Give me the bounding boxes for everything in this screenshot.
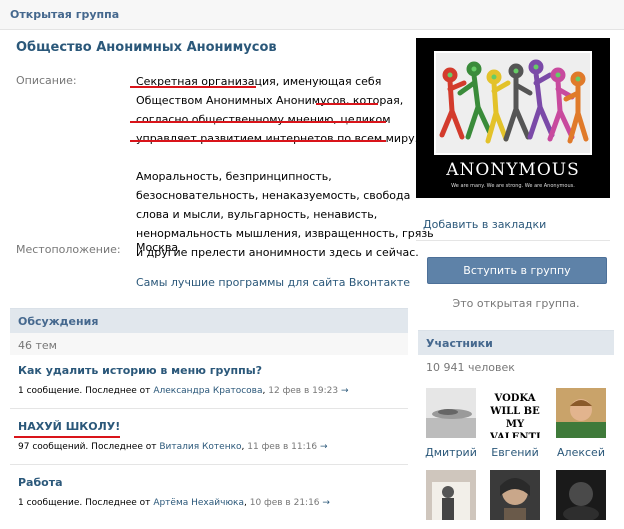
location-label: Местоположение: xyxy=(16,243,121,256)
open-group-note: Это открытая группа. xyxy=(452,297,580,310)
member-avatar[interactable]: VODKA WILL BE MY VALENTINE xyxy=(490,388,540,438)
add-to-bookmarks-link[interactable]: Добавить в закладки xyxy=(423,218,546,231)
poster-title: ANONYMOUS xyxy=(446,160,580,180)
group-avatar-poster[interactable]: ANONYMOUS We are many. We are strong. We… xyxy=(416,38,610,198)
red-underline-annotation xyxy=(130,86,256,88)
divider xyxy=(416,240,610,241)
description-line: Обществом Анонимных Анонимусов, которая, xyxy=(136,94,404,107)
topic-title[interactable]: Как удалить историю в меню группы? xyxy=(18,364,262,377)
member-name[interactable]: Дмитрий xyxy=(421,446,481,459)
red-underline-annotation xyxy=(130,121,386,123)
description-line: Аморальность, безпринципность, xyxy=(136,170,332,183)
red-underline-annotation xyxy=(14,436,120,438)
description-line: управляет развитием интернетов по всем м… xyxy=(136,132,419,145)
description-line: слова и мысли, вульгарность, ненависть, xyxy=(136,208,378,221)
go-to-last-arrow-icon[interactable]: → xyxy=(341,386,349,396)
members-header[interactable]: Участники xyxy=(418,330,614,355)
description-line: согласно общественному мнению, целиком xyxy=(136,113,391,126)
member-avatar[interactable] xyxy=(426,470,476,520)
group-name: Общество Анонимных Анонимусов xyxy=(16,40,277,55)
members-count: 10 941 человек xyxy=(418,355,614,375)
poster-subtitle: We are many. We are strong. We are Anony… xyxy=(451,183,575,189)
promo-link[interactable]: Самы лучшие программы для сайта Вконтакт… xyxy=(136,276,410,289)
divider xyxy=(10,408,408,409)
description-line: Секретная организация, именующая себя xyxy=(136,75,382,88)
go-to-last-arrow-icon[interactable]: → xyxy=(320,442,328,452)
member-name[interactable]: Алексей xyxy=(551,446,611,459)
join-group-button[interactable]: Вступить в группу xyxy=(427,257,607,284)
description-line: безосновательность, ненаказуемость, своб… xyxy=(136,189,411,202)
topic-meta: 97 сообщений. Последнее от Виталия Котен… xyxy=(18,442,328,452)
description-label: Описание: xyxy=(16,74,77,87)
divider xyxy=(10,464,408,465)
member-name[interactable]: Евгений xyxy=(485,446,545,459)
topic-author-link[interactable]: Артёма Нехайчюка xyxy=(153,498,244,508)
red-underline-annotation xyxy=(316,103,378,105)
discussions-count: 46 тем xyxy=(10,333,408,355)
location-value: Москва xyxy=(136,241,179,254)
member-avatar[interactable] xyxy=(556,470,606,520)
discussions-header[interactable]: Обсуждения xyxy=(10,308,408,333)
member-avatar[interactable] xyxy=(426,388,476,438)
go-to-last-arrow-icon[interactable]: → xyxy=(322,498,330,508)
group-description: Секретная организация, именующая себя Об… xyxy=(136,72,434,262)
page-type-title: Открытая группа xyxy=(10,8,120,21)
topic-meta: 1 сообщение. Последнее от Александра Кра… xyxy=(18,386,349,396)
topic-author-link[interactable]: Виталия Котенко xyxy=(159,442,241,452)
topic-meta: 1 сообщение. Последнее от Артёма Нехайчю… xyxy=(18,498,330,508)
page-header: Открытая группа xyxy=(0,0,624,30)
topic-author-link[interactable]: Александра Кратосова xyxy=(153,386,262,396)
dancing-figures-image xyxy=(434,51,592,155)
topic-title[interactable]: Работа xyxy=(18,476,63,489)
member-avatar[interactable] xyxy=(556,388,606,438)
red-underline-annotation xyxy=(130,140,386,142)
topic-title[interactable]: НАХУЙ ШКОЛУ! xyxy=(18,420,120,433)
member-avatar[interactable] xyxy=(490,470,540,520)
